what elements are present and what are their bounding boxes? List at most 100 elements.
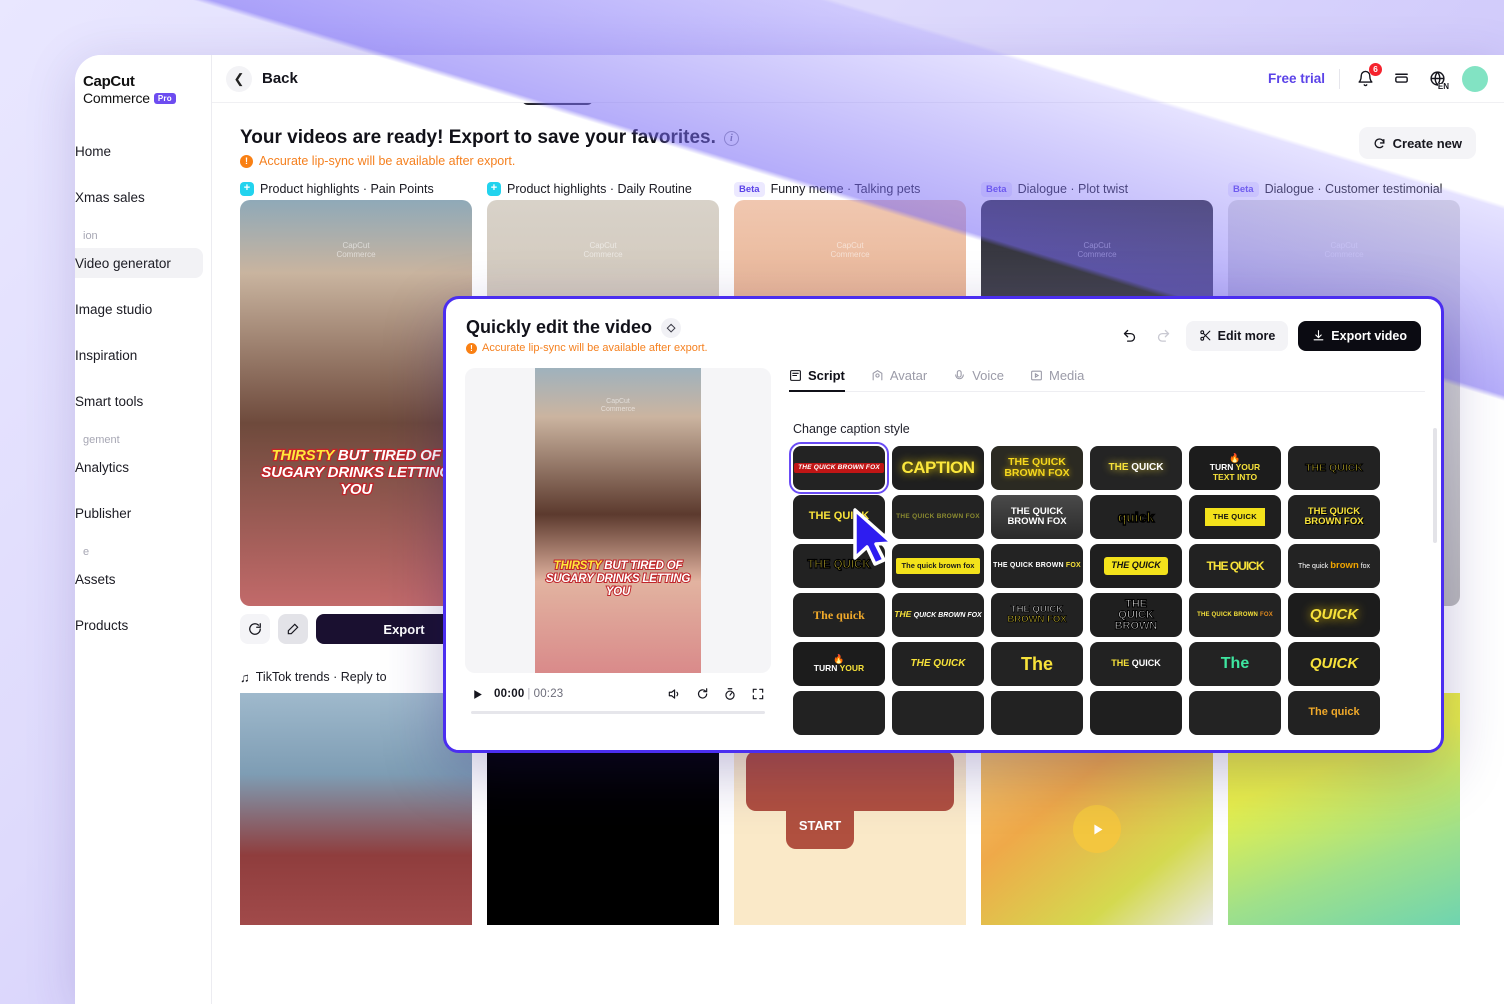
caption-style-option[interactable]: THE QUICKBROWN FOX xyxy=(991,593,1083,637)
edit-more-button[interactable]: Edit more xyxy=(1186,321,1289,351)
progress-bar[interactable] xyxy=(471,711,765,714)
watermark: CapCut Commerce xyxy=(601,398,635,413)
info-icon[interactable]: i xyxy=(724,131,739,146)
tab-script[interactable]: Script xyxy=(789,368,845,391)
language-globe-icon[interactable]: EN xyxy=(1426,68,1448,90)
watermark-line-2: Commerce xyxy=(830,251,869,260)
language-code: EN xyxy=(1438,83,1449,91)
caption-style-option[interactable]: The xyxy=(991,642,1083,686)
avatar-icon xyxy=(871,369,884,382)
loop-icon[interactable] xyxy=(695,687,709,701)
caption-style-option[interactable]: QUICK xyxy=(1288,593,1380,637)
caption-style-option[interactable]: The xyxy=(1189,642,1281,686)
modal-body: CapCut Commerce THIRSTY BUT TIRED OF SUG… xyxy=(446,354,1441,735)
sidebar-item-label: Home xyxy=(75,144,111,159)
caption-style-option[interactable]: QUICK xyxy=(1288,642,1380,686)
caption-style-option[interactable]: THE QUICK BROWN FOX xyxy=(892,593,984,637)
caption-style-option[interactable]: CAPTION xyxy=(892,446,984,490)
caption-style-option[interactable]: The quick brown fox xyxy=(892,544,984,588)
caption-style-option[interactable] xyxy=(793,691,885,735)
sidebar-item-xmas-sales[interactable]: Xmas sales xyxy=(75,182,203,212)
sidebar-item-smart-tools[interactable]: Smart tools xyxy=(75,386,203,416)
caption-style-option[interactable]: 🔥 TURN YOUR xyxy=(793,642,885,686)
volume-icon[interactable] xyxy=(667,687,681,701)
caption-style-option[interactable]: THE QUICK xyxy=(892,642,984,686)
card-label-0: + Product highlights · Pain Points xyxy=(240,178,487,200)
app-logo: CapCut Commerce Pro xyxy=(75,73,211,106)
sidebar-item-home[interactable]: Home xyxy=(75,136,203,166)
caption-style-option[interactable]: 🔥 TURN YOURTEXT INTO xyxy=(1189,446,1281,490)
caption-grid-scrollbar[interactable] xyxy=(1433,428,1437,543)
tab-avatar[interactable]: Avatar xyxy=(871,368,927,391)
caption-style-option[interactable] xyxy=(1090,691,1182,735)
caption-style-option[interactable]: THE QUICK xyxy=(1189,495,1281,539)
caption-style-option[interactable] xyxy=(892,691,984,735)
create-new-button[interactable]: Create new xyxy=(1359,127,1476,159)
caption-style-option[interactable]: THE QUICK xyxy=(1090,642,1182,686)
caption-style-option[interactable]: THE QUICK BROWN FOX xyxy=(991,446,1083,490)
avatar[interactable] xyxy=(1462,66,1488,92)
redo-icon[interactable] xyxy=(1152,324,1176,348)
play-icon[interactable] xyxy=(471,688,484,701)
caption-style-option[interactable]: THE QUICK BROWN FOX xyxy=(793,446,885,490)
sidebar-item-analytics[interactable]: Analytics xyxy=(75,452,203,482)
notifications-bell-icon[interactable]: 6 xyxy=(1354,68,1376,90)
caption-style-option[interactable]: THE QUICKBROWN FOX xyxy=(991,495,1083,539)
caption-style-option[interactable]: THE QUICKBROWN FOX xyxy=(1288,495,1380,539)
magic-wand-icon[interactable]: ◇ xyxy=(661,318,681,338)
caption-style-option[interactable]: THE QUICK BROWN FOX xyxy=(991,544,1083,588)
caption-style-option[interactable]: THE QUICK xyxy=(1090,544,1182,588)
speed-icon[interactable] xyxy=(723,687,737,701)
watermark-line-2: Commerce xyxy=(1324,251,1363,260)
caption-style-option[interactable]: THE QUICK xyxy=(793,544,885,588)
video-preview[interactable]: CapCut Commerce THIRSTY BUT TIRED OF SUG… xyxy=(465,368,771,673)
beta-badge: Beta xyxy=(734,182,765,197)
card-label-text: Funny meme · Talking pets xyxy=(771,182,921,196)
sidebar-item-assets[interactable]: Assets xyxy=(75,564,203,594)
caption-style-option[interactable]: The quick xyxy=(793,593,885,637)
regenerate-icon[interactable] xyxy=(240,614,270,644)
caption-style-option[interactable] xyxy=(991,691,1083,735)
caption-style-option[interactable]: THEQUICKBROWN xyxy=(1090,593,1182,637)
caption-style-option[interactable]: THE QUICK xyxy=(1288,446,1380,490)
refresh-icon xyxy=(1373,137,1386,150)
tab-voice[interactable]: Voice xyxy=(953,368,1004,391)
caption-style-preview-text: THE QUICKBROWN FOX xyxy=(1007,605,1066,625)
sidebar-item-image-studio[interactable]: Image studio xyxy=(75,294,203,324)
caption-style-option[interactable]: THE QUICK BROWN FOX xyxy=(1189,593,1281,637)
free-trial-link[interactable]: Free trial xyxy=(1268,71,1325,86)
caption-style-option[interactable]: THE QUICK xyxy=(1189,544,1281,588)
undo-icon[interactable] xyxy=(1118,324,1142,348)
tab-media[interactable]: Media xyxy=(1030,368,1084,391)
caption-style-option[interactable]: THE QUICK xyxy=(1090,446,1182,490)
back-button[interactable]: ❮ Back xyxy=(226,66,298,92)
sidebar-item-label: Inspiration xyxy=(75,348,137,363)
caption-style-preview-text: TURN YOUR xyxy=(814,664,864,673)
export-video-button[interactable]: Export video xyxy=(1298,321,1421,351)
fullscreen-icon[interactable] xyxy=(751,687,765,701)
page-title: Your videos are ready! Export to save yo… xyxy=(240,127,739,149)
video-card[interactable]: CapCut Commerce THIRSTY BUT TIRED OF SUG… xyxy=(240,200,472,606)
caption-style-option[interactable]: THE QUICK xyxy=(793,495,885,539)
pencil-icon[interactable] xyxy=(278,614,308,644)
bottom-fade-mask xyxy=(446,742,1441,750)
caption-style-option[interactable]: quick xyxy=(1090,495,1182,539)
caption-line-3: YOU xyxy=(240,482,472,499)
sidebar-item-video-generator[interactable]: Video generator xyxy=(75,248,203,278)
layers-icon[interactable] xyxy=(1390,68,1412,90)
caption-style-preview-text: TURN YOURTEXT INTO xyxy=(1210,463,1260,482)
logo-line-1: CapCut xyxy=(83,73,211,90)
editor-tabs: Script Avatar Voice Media xyxy=(789,368,1425,392)
modal-warning-text: Accurate lip-sync will be available afte… xyxy=(482,342,708,354)
sidebar-item-inspiration[interactable]: Inspiration xyxy=(75,340,203,370)
sidebar-item-products[interactable]: Products xyxy=(75,610,203,640)
caption-style-option[interactable]: THE QUICK BROWN FOX xyxy=(892,495,984,539)
play-overlay-button[interactable] xyxy=(1073,805,1121,853)
caption-style-option[interactable]: The quick brown fox xyxy=(1288,544,1380,588)
caption-style-option[interactable] xyxy=(1189,691,1281,735)
sidebar-item-publisher[interactable]: Publisher xyxy=(75,498,203,528)
caption-style-preview-text: THE QUICK BROWN FOX xyxy=(896,514,980,521)
caption-style-option[interactable]: The quick xyxy=(1288,691,1380,735)
video-card[interactable] xyxy=(240,693,472,925)
caption-style-preview-text: QUICK xyxy=(1310,607,1358,622)
